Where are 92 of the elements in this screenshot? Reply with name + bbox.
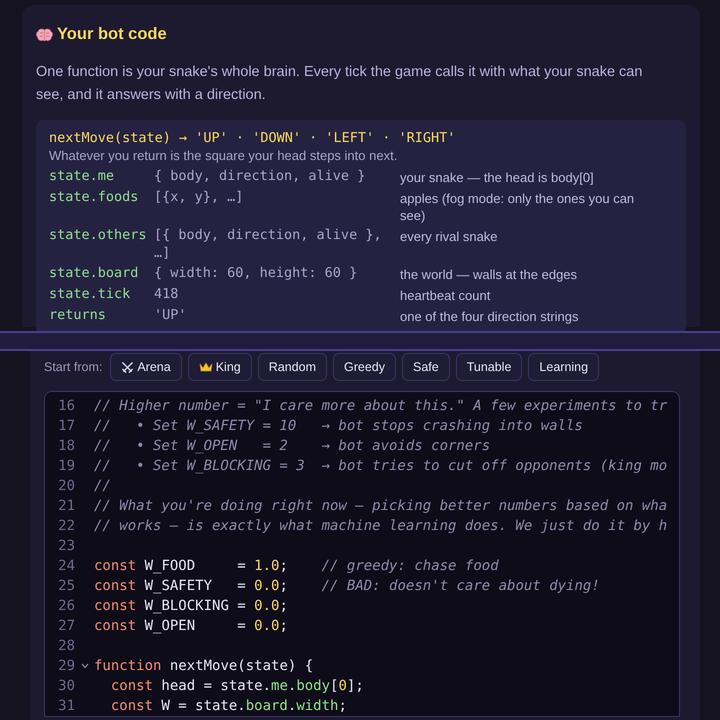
field-name: state.foods — [49, 188, 140, 207]
field-name: returns — [49, 306, 107, 325]
line-number: 16 — [57, 398, 75, 414]
field-name: state.board — [49, 264, 140, 283]
code-keyword: const — [94, 578, 136, 594]
code-text: [ — [330, 678, 338, 694]
code-number: 0.0 — [254, 578, 280, 594]
line-number: 25 — [57, 578, 75, 594]
template-button[interactable]: Random — [258, 353, 327, 381]
code-keyword: const — [94, 618, 136, 634]
code-number: 0.0 — [254, 598, 280, 614]
crossed-swords-icon — [121, 360, 134, 374]
code-comment: // • Set W_BLOCKING = 3 → bot tries to cut off opponents (king mo — [94, 458, 668, 474]
line-number: 22 — [57, 518, 75, 534]
code-keyword: const — [94, 598, 136, 614]
code-property: board — [246, 698, 288, 714]
code-number: 0 — [338, 678, 347, 694]
field-description: one of the four direction strings — [400, 308, 580, 325]
code-keyword: const — [94, 558, 136, 574]
line-number: 27 — [57, 618, 75, 634]
code-text: . — [288, 698, 296, 714]
code-text: ; — [279, 618, 288, 634]
line-number: 18 — [57, 438, 75, 454]
code-number: 1.0 — [254, 558, 280, 574]
line-number: 24 — [57, 558, 75, 574]
line-number: 19 — [57, 458, 75, 474]
field-type: { width: 60, height: 60 } — [154, 264, 358, 283]
code-text: W_OPEN = — [144, 618, 247, 634]
template-button[interactable]: King — [188, 353, 252, 381]
line-number: 26 — [57, 598, 75, 614]
line-number: 31 — [57, 698, 75, 714]
field-type: [{x, y}, …] — [154, 188, 244, 207]
code-keyword: const — [110, 678, 153, 694]
line-number: 23 — [57, 538, 75, 554]
line-number: 28 — [57, 638, 75, 654]
brain-icon — [36, 28, 53, 42]
start-from-label: Start from: — [44, 360, 102, 374]
field-description: your snake — the head is body[0] — [400, 169, 595, 186]
code-text: ]; — [346, 678, 364, 694]
line-number: 21 — [57, 498, 75, 514]
code-text: ; — [338, 698, 347, 714]
line-number: 20 — [57, 478, 75, 494]
code-keyword: function — [94, 658, 162, 674]
line-number: 17 — [57, 418, 75, 434]
line-number: 29 — [57, 658, 75, 674]
code-text: W_BLOCKING = — [144, 598, 247, 614]
template-button[interactable]: Safe — [402, 353, 450, 381]
field-type: 'UP' — [154, 306, 188, 325]
code-comment: // • Set W_OPEN = 2 → bot avoids corners — [94, 438, 490, 454]
code-comment: // — [94, 478, 111, 494]
function-signature: nextMove(state) → 'UP' · 'DOWN' · 'LEFT' · 'RIGHT' — [49, 129, 456, 148]
code-text: head = state. — [160, 678, 272, 694]
field-name: state.others — [49, 226, 148, 245]
code-comment: // • Set W_SAFETY = 10 → bot stops crashing into walls — [94, 418, 583, 434]
code-property: me — [271, 678, 288, 694]
card-title: Your bot code — [57, 25, 167, 44]
field-description: apples (fog mode: only the ones you can see) — [400, 190, 636, 224]
code-text: W_SAFETY = — [144, 578, 247, 594]
code-text: . — [288, 678, 296, 694]
field-description: the world — walls at the edges — [400, 266, 578, 283]
code-property: body — [296, 678, 330, 694]
code-comment: // works — is exactly what machine learning does. We just do it by h — [94, 518, 668, 534]
code-editor[interactable] — [44, 391, 680, 717]
code-text: ; — [279, 578, 289, 594]
intro-text: One function is your snake's whole brain. Every tick the game calls it with what your snake can see, and it answers with a direction. — [36, 63, 644, 105]
template-button[interactable]: Learning — [528, 353, 600, 381]
code-text: W_FOOD = — [144, 558, 247, 574]
template-button[interactable]: Arena — [110, 353, 182, 381]
template-button[interactable]: Greedy — [332, 353, 396, 381]
field-description: heartbeat count — [400, 287, 492, 304]
code-property: width — [296, 698, 338, 714]
signature-note: Whatever you return is the square your head steps into next. — [49, 148, 398, 164]
field-type: [{ body, direction, alive }, …] — [154, 226, 383, 262]
code-text: ; — [279, 558, 289, 574]
code-text: nextMove(state) { — [168, 658, 314, 674]
template-button[interactable]: Tunable — [456, 353, 522, 381]
code-comment: // BAD: doesn't care about dying! — [322, 578, 600, 594]
crown-icon — [198, 361, 213, 373]
line-number: 30 — [57, 678, 75, 694]
field-description: every rival snake — [400, 228, 499, 246]
field-type: { body, direction, alive } — [154, 167, 366, 186]
code-number: 0.0 — [254, 618, 280, 634]
code-text: W = state. — [160, 698, 246, 714]
code-text: ; — [279, 598, 288, 614]
field-name: state.me — [49, 167, 116, 186]
fold-chevron-icon[interactable] — [80, 663, 88, 669]
field-type: 418 — [154, 285, 180, 304]
code-comment: // Higher number = "I care more about this." A few experiments to tr — [94, 398, 668, 414]
field-name: state.tick — [49, 285, 132, 304]
code-comment: // greedy: chase food — [322, 558, 499, 574]
code-keyword: const — [110, 698, 153, 714]
code-comment: // What you're doing right now — picking better numbers based on wha — [94, 498, 668, 514]
